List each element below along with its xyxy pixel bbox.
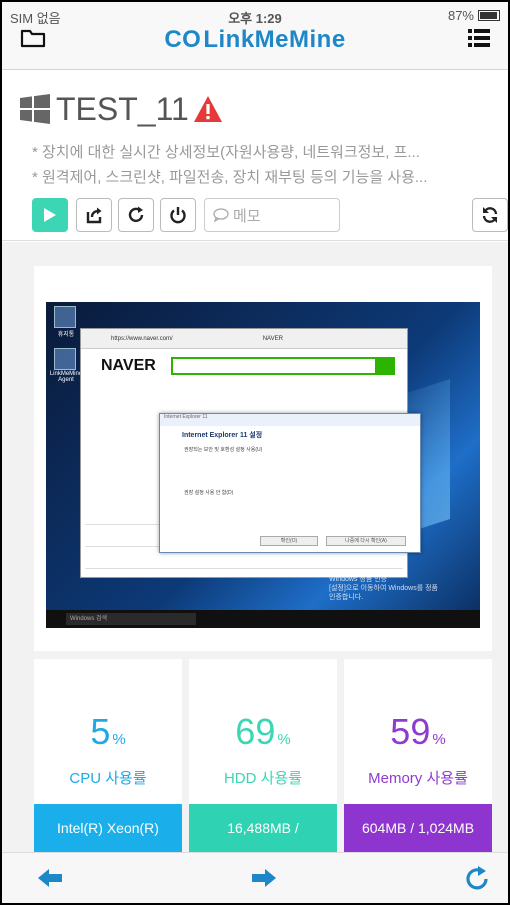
taskbar-search: Windows 검색 [66, 613, 196, 625]
watermark-line: Windows 정품 인증 [329, 576, 388, 583]
hdd-value: 69% [189, 711, 337, 753]
arrow-left-icon[interactable] [36, 866, 64, 890]
memo-placeholder: 메모 [233, 207, 261, 225]
arrow-right-icon[interactable] [250, 866, 278, 890]
warning-icon [193, 96, 222, 122]
resource-stats: 5% CPU 사용률 Intel(R) Xeon(R) 69% HDD 사용률 … [34, 659, 492, 852]
activation-watermark: Windows 정품 인증 [설정]으로 이동하여 Windows를 정품 인증… [329, 575, 438, 602]
dialog-option-2: 권장 설정 사용 안 함(D) [184, 490, 234, 496]
browser-address-bar: https://www.naver.com/ NAVER [81, 329, 407, 349]
memo-input[interactable]: 메모 [204, 198, 340, 232]
device-toolbar: 메모 [32, 198, 508, 232]
refresh-button[interactable] [472, 198, 508, 232]
menu-icon[interactable] [468, 28, 490, 48]
app-header: SIM 없음 오후 1:29 87% COLinkMeMine [2, 2, 508, 70]
watermark-line: 인증합니다. [329, 594, 364, 601]
status-bar: SIM 없음 오후 1:29 87% [10, 8, 500, 26]
memory-percent: 59 [390, 711, 431, 752]
sync-icon [482, 207, 498, 223]
device-desc-2: * 원격제어, 스크린샷, 파일전송, 장치 재부팅 등의 기능을 사용... [32, 169, 428, 186]
memory-value: 59% [344, 711, 492, 753]
power-button[interactable] [160, 198, 196, 232]
rotate-icon [128, 206, 144, 223]
memory-footer: 604MB / 1,024MB [344, 804, 492, 852]
cpu-footer: Intel(R) Xeon(R) [34, 804, 182, 852]
device-desc-1: * 장치에 대한 실시간 상세정보(자원사용량, 네트워크정보, 프... [32, 144, 420, 161]
battery-icon [478, 10, 500, 21]
cpu-percent: 5 [90, 711, 111, 752]
comment-icon [213, 208, 229, 222]
power-icon [170, 207, 186, 224]
share-button[interactable] [76, 198, 112, 232]
browser-window: https://www.naver.com/ NAVER NAVER Inter… [80, 328, 421, 578]
remote-control-button[interactable] [32, 198, 68, 232]
battery-text: 87% [447, 8, 474, 23]
device-name: TEST_11 [56, 90, 189, 127]
hdd-footer: 16,488MB / [189, 804, 337, 852]
content-area: 휴지통 LinkMeMine Agent https://www.naver.c… [2, 242, 508, 852]
dialog-option-1: 권장되는 보안 및 호환성 설정 사용(U) [184, 447, 263, 453]
desktop-icon-label: LinkMeMine Agent [49, 371, 83, 383]
desktop-icon-label: 휴지통 [57, 332, 75, 338]
dialog-ok-button: 확인(O) [260, 536, 318, 546]
memory-unit: % [432, 731, 446, 748]
device-title: TEST_11 [20, 89, 223, 129]
recycle-bin-icon [54, 306, 76, 328]
site-logo: NAVER [101, 357, 156, 374]
browser-url: https://www.naver.com/ [111, 335, 173, 342]
memory-label: Memory 사용률 [368, 770, 468, 787]
remote-screenshot[interactable]: 휴지통 LinkMeMine Agent https://www.naver.c… [46, 302, 480, 628]
site-search-button [377, 357, 395, 375]
dialog-window-title: Internet Explorer 11 [160, 414, 420, 426]
memory-stat-card[interactable]: 59% Memory 사용률 604MB / 1,024MB [344, 659, 492, 852]
windows-icon [20, 94, 50, 124]
cpu-value: 5% [34, 711, 182, 753]
hdd-percent: 69 [235, 711, 276, 752]
restart-button[interactable] [118, 198, 154, 232]
cpu-label: CPU 사용률 [69, 770, 147, 787]
play-icon [44, 208, 56, 222]
ie-dialog: Internet Explorer 11 Internet Explorer 1… [159, 413, 421, 553]
reload-icon[interactable] [464, 866, 492, 890]
site-row [85, 555, 403, 569]
bottom-nav [2, 852, 508, 903]
clock-text: 오후 1:29 [228, 11, 282, 26]
watermark-line: [설정]으로 이동하여 Windows를 정품 [329, 585, 438, 592]
hdd-stat-card[interactable]: 69% HDD 사용률 16,488MB / [189, 659, 337, 852]
site-search-box [171, 357, 377, 375]
cpu-stat-card[interactable]: 5% CPU 사용률 Intel(R) Xeon(R) [34, 659, 182, 852]
device-panel: TEST_11 * 장치에 대한 실시간 상세정보(자원사용량, 네트워크정보,… [2, 71, 508, 241]
hdd-label: HDD 사용률 [223, 770, 303, 787]
dialog-later-button: 나중에 다시 확인(A) [326, 536, 406, 546]
app-brand: COLinkMeMine [2, 26, 508, 54]
screenshot-card: 휴지통 LinkMeMine Agent https://www.naver.c… [34, 266, 492, 651]
browser-tab: NAVER [262, 335, 283, 342]
cpu-unit: % [112, 731, 126, 748]
windows-taskbar: Windows 검색 [46, 610, 480, 628]
dialog-heading: Internet Explorer 11 설정 [182, 432, 263, 439]
hdd-unit: % [277, 731, 291, 748]
share-icon [86, 207, 102, 224]
agent-icon [54, 348, 76, 370]
brand-logo: CO [164, 26, 202, 53]
brand-name: LinkMeMine [203, 26, 346, 53]
